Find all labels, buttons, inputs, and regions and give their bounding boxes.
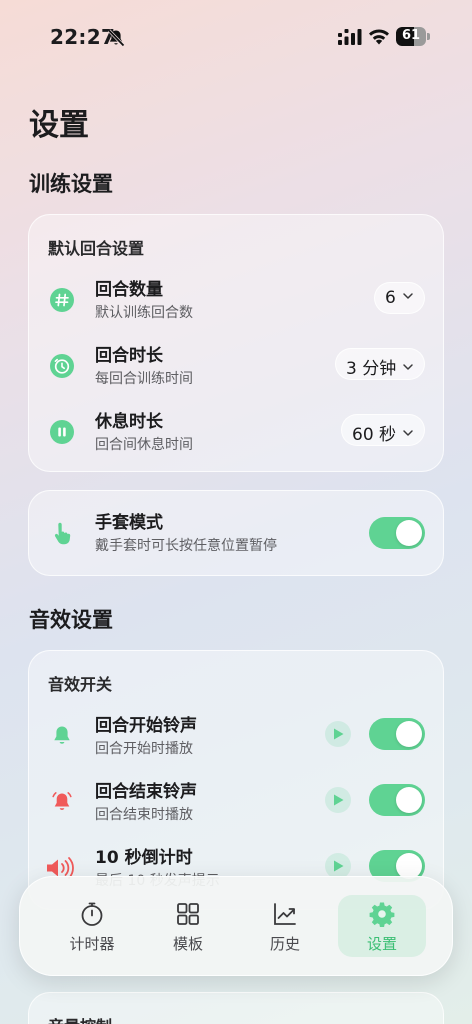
round-count-title: 回合数量: [95, 280, 163, 300]
round-duration-value: 3 分钟: [346, 359, 397, 379]
setting-row-glove-mode: 手套模式 戴手套时可长按任意位置暂停: [29, 504, 445, 564]
glove-mode-card: 手套模式 戴手套时可长按任意位置暂停: [28, 490, 444, 576]
round-end-bell-toggle[interactable]: [369, 784, 425, 816]
tab-templates-label: 模板: [172, 935, 203, 953]
status-bar: 22:27 61: [0, 0, 472, 74]
toggle-knob: [396, 520, 422, 546]
bell-alert-icon: [52, 792, 72, 810]
setting-row-round-count[interactable]: 回合数量 默认训练回合数 6: [29, 271, 445, 331]
sound-switch-card: 音效开关 回合开始铃声 回合开始时播放 回合结束铃声 回合结束时播放 10 秒倒…: [28, 650, 444, 910]
tab-timer-label: 计时器: [69, 935, 115, 953]
default-round-card: 默认回合设置 回合数量 默认训练回合数 6 回合时长 每回合训练时间 3 分钟: [28, 214, 444, 472]
timer-icon: [50, 354, 74, 378]
wifi-icon: [369, 29, 389, 45]
round-end-bell-title: 回合结束铃声: [95, 782, 197, 802]
volume-control-card: 音量控制: [28, 992, 444, 1024]
glove-mode-toggle[interactable]: [369, 517, 425, 549]
glove-mode-subtitle: 戴手套时可长按任意位置暂停: [95, 538, 277, 554]
card-header-sound-switch: 音效开关: [48, 675, 113, 694]
stopwatch-icon: [81, 902, 103, 926]
chevron-down-icon: [403, 293, 413, 299]
toggle-knob: [396, 787, 422, 813]
round-count-subtitle: 默认训练回合数: [95, 305, 193, 321]
battery-percent: 61: [401, 28, 421, 43]
tab-templates[interactable]: 模板: [144, 895, 232, 957]
round-duration-select[interactable]: 3 分钟: [335, 348, 426, 380]
chevron-down-icon: [403, 430, 413, 436]
section-title-training: 训练设置: [29, 172, 113, 196]
round-duration-subtitle: 每回合训练时间: [95, 371, 193, 387]
chevron-down-icon: [403, 364, 413, 370]
play-icon: [334, 794, 344, 806]
hash-icon: [50, 288, 74, 312]
rest-duration-title: 休息时长: [95, 412, 163, 432]
setting-row-round-duration[interactable]: 回合时长 每回合训练时间 3 分钟: [29, 337, 445, 397]
card-header-volume: 音量控制: [48, 1013, 112, 1024]
page-title: 设置: [29, 108, 89, 143]
round-end-bell-subtitle: 回合结束时播放: [95, 807, 193, 823]
preview-play-button[interactable]: [325, 787, 351, 813]
tab-settings[interactable]: 设置: [338, 895, 426, 957]
play-icon: [334, 860, 344, 872]
round-start-bell-toggle[interactable]: [369, 718, 425, 750]
play-icon: [334, 728, 344, 740]
tab-timer[interactable]: 计时器: [48, 895, 136, 957]
tab-bar: 计时器 模板 历史 设置: [19, 876, 453, 976]
rest-duration-value: 60 秒: [352, 425, 397, 445]
tab-history[interactable]: 历史: [241, 895, 329, 957]
tab-history-label: 历史: [269, 935, 300, 953]
bell-off-icon: [107, 29, 125, 47]
setting-row-rest-duration[interactable]: 休息时长 回合间休息时间 60 秒: [29, 403, 445, 463]
round-count-value: 6: [385, 288, 396, 308]
card-header-default-round: 默认回合设置: [48, 239, 145, 258]
round-duration-title: 回合时长: [95, 346, 163, 366]
preview-play-button[interactable]: [325, 721, 351, 747]
rest-duration-select[interactable]: 60 秒: [341, 414, 426, 446]
rest-duration-subtitle: 回合间休息时间: [95, 437, 193, 453]
countdown-title: 10 秒倒计时: [95, 848, 193, 868]
setting-row-round-start-bell: 回合开始铃声 回合开始时播放: [29, 707, 445, 767]
cellular-signal-icon: [338, 29, 362, 45]
grid-icon: [177, 903, 199, 925]
hand-pointer-icon: [54, 522, 71, 545]
tab-settings-label: 设置: [366, 935, 397, 953]
round-count-select[interactable]: 6: [374, 282, 425, 314]
bell-icon: [54, 726, 70, 744]
setting-row-round-end-bell: 回合结束铃声 回合结束时播放: [29, 773, 445, 833]
toggle-knob: [396, 721, 422, 747]
pause-icon: [50, 420, 74, 444]
round-start-bell-title: 回合开始铃声: [95, 716, 197, 736]
round-start-bell-subtitle: 回合开始时播放: [95, 741, 193, 757]
gear-icon: [369, 902, 395, 927]
battery-indicator: 61: [396, 27, 430, 46]
chart-line-icon: [274, 903, 296, 925]
glove-mode-title: 手套模式: [95, 513, 163, 533]
section-title-sound: 音效设置: [29, 608, 113, 632]
